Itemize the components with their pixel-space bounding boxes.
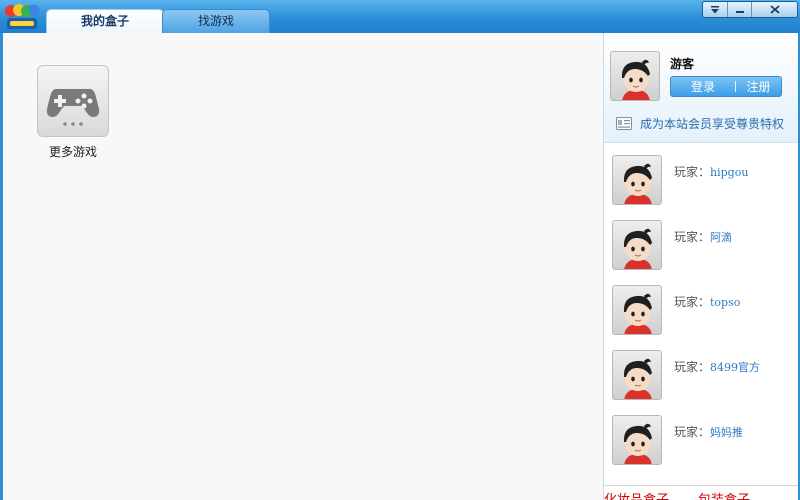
player-avatar[interactable] — [612, 415, 662, 465]
title-bar: 我的盒子 找游戏 — [0, 0, 800, 33]
guest-avatar — [610, 51, 660, 101]
player-info: 玩家：hipgou — [674, 163, 748, 180]
gamepad-icon — [46, 89, 100, 126]
ad-links: 化妆品盒子 包装盒子 — [604, 485, 799, 500]
main-content: 更多游戏 — [3, 33, 603, 500]
guest-name: 游客 — [670, 57, 695, 71]
ad-link-packaging-box[interactable]: 包装盒子 — [698, 489, 750, 500]
player-avatar[interactable] — [612, 220, 662, 270]
player-prefix: 玩家： — [674, 360, 711, 374]
list-item[interactable]: 玩家：8499官方 — [604, 346, 799, 411]
list-item[interactable]: 玩家：阿滴 — [604, 216, 799, 281]
side-panel: 游客 登录 注册 成为本站会员享受尊贵特权 玩家：hipgou 玩家：阿滴 玩家… — [603, 33, 799, 500]
vip-link[interactable]: 成为本站会员享受尊贵特权 — [640, 115, 784, 132]
register-button[interactable]: 注册 — [736, 78, 781, 95]
login-button[interactable]: 登录 — [671, 78, 735, 95]
player-avatar[interactable] — [612, 350, 662, 400]
player-avatar[interactable] — [612, 155, 662, 205]
player-info: 玩家：阿滴 — [674, 228, 732, 245]
app-logo[interactable] — [4, 2, 40, 31]
separator — [735, 81, 736, 92]
user-box: 游客 登录 注册 成为本站会员享受尊贵特权 — [604, 33, 799, 143]
player-prefix: 玩家： — [674, 230, 711, 244]
player-name[interactable]: topso — [710, 296, 740, 309]
more-games-label[interactable]: 更多游戏 — [37, 143, 109, 160]
dropdown-icon[interactable] — [703, 2, 727, 17]
player-info: 玩家：妈妈推 — [674, 423, 743, 440]
player-prefix: 玩家： — [674, 165, 711, 179]
tab-my-box[interactable]: 我的盒子 — [46, 9, 164, 33]
close-icon[interactable] — [751, 2, 797, 17]
player-prefix: 玩家： — [674, 425, 711, 439]
player-list: 玩家：hipgou 玩家：阿滴 玩家：topso 玩家：8499官方 玩家：妈妈… — [604, 151, 799, 476]
player-name[interactable]: 阿滴 — [710, 231, 732, 244]
player-name[interactable]: 8499官方 — [710, 361, 760, 374]
list-item[interactable]: 玩家：妈妈推 — [604, 411, 799, 476]
list-item[interactable]: 玩家：hipgou — [604, 151, 799, 216]
more-games-button[interactable] — [37, 65, 109, 137]
player-prefix: 玩家： — [674, 295, 711, 309]
player-name[interactable]: hipgou — [710, 166, 748, 179]
ad-link-cosmetics-box[interactable]: 化妆品盒子 — [604, 489, 669, 500]
minimize-icon[interactable] — [727, 2, 751, 17]
vip-promo[interactable]: 成为本站会员享受尊贵特权 — [616, 115, 796, 132]
login-register-bar: 登录 注册 — [670, 76, 782, 97]
player-avatar[interactable] — [612, 285, 662, 335]
player-info: 玩家：8499官方 — [674, 358, 760, 375]
tab-find-games[interactable]: 找游戏 — [162, 9, 270, 33]
player-name[interactable]: 妈妈推 — [710, 426, 743, 439]
player-info: 玩家：topso — [674, 293, 740, 310]
member-card-icon — [616, 117, 632, 130]
list-item[interactable]: 玩家：topso — [604, 281, 799, 346]
window-controls — [702, 1, 798, 18]
